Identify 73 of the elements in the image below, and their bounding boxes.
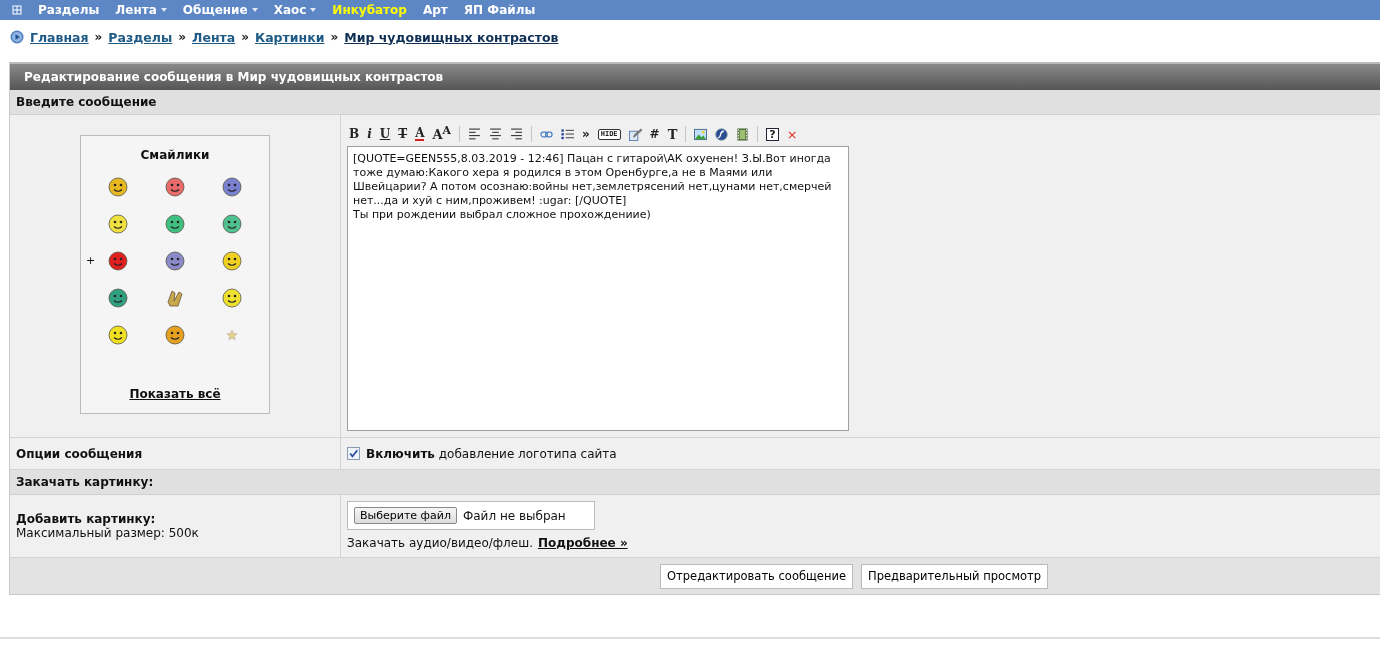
caret-icon: [251, 8, 258, 12]
section-header: Закачать картинку:: [10, 470, 1380, 495]
smiley-icon[interactable]: [221, 287, 242, 308]
file-input[interactable]: Выберите файл Файл не выбран: [347, 501, 595, 530]
submit-button[interactable]: Отредактировать сообщение: [660, 563, 853, 589]
star-icon[interactable]: [225, 328, 238, 341]
smiley-icon[interactable]: [221, 250, 242, 271]
choose-file-button[interactable]: Выберите файл: [354, 507, 457, 524]
smiley-icon[interactable]: [108, 250, 129, 271]
plus-sign: +: [86, 254, 96, 267]
breadcrumb-link[interactable]: Лента: [192, 29, 236, 45]
breadcrumb-separator: »: [330, 30, 339, 44]
smilies-title: Смайлики: [140, 148, 210, 162]
section-header: Введите сообщение: [10, 90, 1380, 115]
checkbox[interactable]: [347, 447, 360, 460]
add-image-label: Добавить картинку:: [16, 512, 156, 526]
smiley-icon[interactable]: [165, 324, 185, 345]
font-size-button[interactable]: A$^{A}$: [432, 126, 451, 142]
pencil-icon[interactable]: [628, 127, 642, 141]
smiley-icon[interactable]: [165, 176, 185, 197]
smiley-icon[interactable]: [108, 324, 129, 345]
font-color-button[interactable]: A: [415, 127, 425, 141]
smiley-icon[interactable]: [165, 213, 185, 234]
breadcrumb-link[interactable]: Картинки: [254, 29, 325, 45]
align-center-icon[interactable]: [488, 127, 502, 141]
nav-link[interactable]: Арт: [422, 3, 448, 17]
italic-button[interactable]: i: [367, 128, 372, 140]
file-status: Файл не выбран: [462, 508, 566, 523]
bold-button[interactable]: B: [349, 128, 360, 140]
nav-link[interactable]: Общение: [182, 3, 258, 17]
film-icon[interactable]: [736, 127, 750, 141]
media-upload-text: Закачать аудио/видео/флеш.: [347, 536, 533, 550]
list-icon[interactable]: [560, 127, 574, 141]
smiley-icon[interactable]: [108, 287, 129, 308]
submit-button[interactable]: Предварительный просмотр: [861, 563, 1049, 589]
breadcrumb-separator: »: [178, 30, 186, 44]
breadcrumb-separator: »: [94, 30, 103, 44]
clapping-hands-icon[interactable]: [165, 287, 185, 308]
caret-icon: [310, 8, 317, 12]
more-link[interactable]: Подробнее »: [537, 536, 628, 550]
align-right-icon[interactable]: [509, 127, 523, 141]
nav-link[interactable]: Хаос: [273, 3, 317, 17]
breadcrumb-link[interactable]: Главная: [30, 29, 89, 45]
logo-option-label: Включить добавление логотипа сайта: [366, 446, 617, 461]
form-title: Редактирование сообщения в Мир чудовищных контрастов: [10, 62, 1380, 90]
play-icon: [10, 30, 24, 44]
align-left-icon[interactable]: [467, 127, 481, 141]
smiley-icon[interactable]: [221, 176, 242, 197]
underline-button[interactable]: U: [379, 128, 391, 140]
nav-link[interactable]: Разделы: [38, 3, 100, 17]
format-button[interactable]: »: [581, 128, 590, 140]
help-button[interactable]: ?: [766, 127, 779, 141]
options-label: Опции сообщения: [16, 446, 143, 461]
show-all-link[interactable]: Показать всё: [129, 387, 221, 401]
flash-icon[interactable]: [715, 127, 729, 141]
smiley-icon[interactable]: [221, 213, 242, 234]
format-button[interactable]: T: [667, 127, 678, 141]
message-field[interactable]: [QUOTE=GEEN555,8.03.2019 - 12:46] Пацан с гитарой\АК охуенен! З.Ы.Вот иногда тоже думаю:Какого хера я родился в этом Оренбурге,а не в Маями или Швейцарии? А потом осознаю:войны нет,землетрясений нет,цунами нет,смерчей нет...да и хуй с ним,проживем! :ugar: [/QUOTE] Ты при рождении выбрал сложное прохождениие): [347, 146, 849, 431]
breadcrumb-separator: »: [241, 30, 249, 44]
breadcrumb-link[interactable]: Мир чудовищных контрастов: [344, 29, 559, 45]
nav-link[interactable]: ЯП Файлы: [463, 3, 536, 17]
breadcrumb-link[interactable]: Разделы: [108, 29, 173, 45]
format-button[interactable]: #: [649, 128, 660, 140]
image-icon[interactable]: [694, 127, 708, 141]
smiley-icon[interactable]: [108, 176, 129, 197]
max-size-text: Максимальный размер: 500к: [16, 526, 199, 540]
smiley-icon[interactable]: [108, 213, 129, 234]
nav-link[interactable]: Лента: [115, 3, 167, 17]
grid-icon[interactable]: [12, 5, 22, 15]
caret-icon: [160, 8, 167, 12]
strike-button[interactable]: T: [398, 128, 408, 140]
close-button[interactable]: ×: [786, 127, 798, 141]
smiley-icon[interactable]: [165, 250, 185, 271]
